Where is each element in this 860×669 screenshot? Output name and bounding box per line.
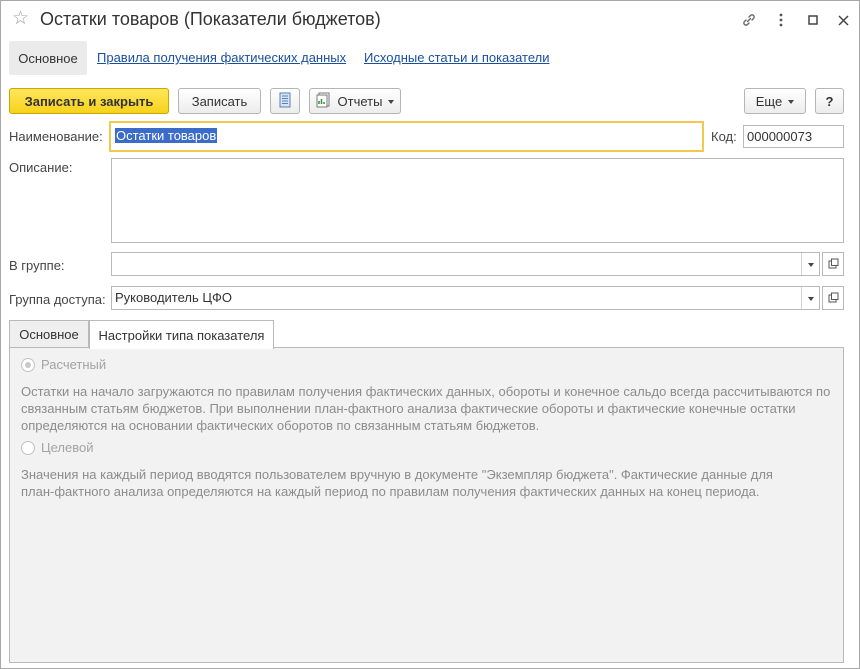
access-group-label: Группа доступа: [9, 292, 106, 307]
more-label: Еще [755, 93, 783, 109]
close-icon[interactable] [833, 10, 853, 30]
calculated-description: Остатки на начало загружаются по правила… [21, 383, 830, 434]
title-bar: ☆ Остатки товаров (Показатели бюджетов) [1, 1, 859, 39]
save-button[interactable]: Записать [178, 88, 261, 114]
target-description: Значения на каждый период вводятся польз… [21, 466, 773, 500]
access-group-field[interactable]: Руководитель ЦФО [111, 286, 820, 310]
form-window: ☆ Остатки товаров (Показатели бюджетов) … [0, 0, 860, 669]
chevron-down-icon [388, 99, 395, 104]
dropdown-button[interactable] [801, 253, 819, 275]
access-group-value: Руководитель ЦФО [115, 290, 232, 305]
link-icon[interactable] [739, 10, 759, 30]
chevron-down-icon [807, 262, 814, 267]
nav-item-main[interactable]: Основное [9, 41, 87, 75]
chevron-down-icon [788, 99, 795, 104]
group-label: В группе: [9, 258, 65, 273]
dropdown-button[interactable] [801, 287, 819, 309]
reports-button[interactable]: Отчеты [309, 88, 401, 114]
save-and-close-button[interactable]: Записать и закрыть [9, 88, 169, 114]
description-line: Остатки на начало загружаются по правила… [21, 384, 831, 399]
radio-selected-dot [25, 361, 31, 368]
more-button[interactable]: Еще [744, 88, 806, 114]
description-line: план-фактного анализа определяются на ка… [21, 484, 760, 499]
description-line: определяются на основании фактических об… [21, 418, 540, 433]
tab-main[interactable]: Основное [9, 320, 89, 348]
radio-calculated[interactable]: Расчетный [21, 357, 106, 372]
description-line: Значения на каждый период вводятся польз… [21, 467, 773, 482]
open-access-group-button[interactable] [822, 286, 844, 310]
name-field[interactable]: Остатки товаров [109, 121, 704, 152]
window-title: Остатки товаров (Показатели бюджетов) [40, 9, 381, 29]
star-icon[interactable]: ☆ [12, 9, 32, 29]
help-button[interactable]: ? [815, 88, 844, 114]
nav-link-actual-data-rules[interactable]: Правила получения фактических данных [97, 50, 346, 65]
name-value: Остатки товаров [115, 128, 218, 143]
description-line: связанным статьям бюджетов. При выполнен… [21, 401, 796, 416]
description-label: Описание: [9, 160, 73, 175]
radio-calculated-label: Расчетный [41, 357, 107, 372]
open-group-button[interactable] [822, 252, 844, 276]
code-field[interactable]: 000000073 [743, 125, 844, 148]
list-button[interactable] [270, 88, 300, 114]
tab-indicator-type-settings[interactable]: Настройки типа показателя [89, 320, 274, 349]
chevron-down-icon [807, 296, 814, 301]
reports-icon [316, 92, 332, 111]
radio-button [21, 357, 35, 372]
open-icon [828, 291, 839, 306]
radio-button [21, 440, 35, 455]
code-label: Код: [711, 129, 737, 144]
more-icon[interactable] [771, 10, 791, 30]
name-label: Наименование: [9, 129, 103, 144]
radio-target-label: Целевой [41, 440, 94, 455]
open-icon [828, 257, 839, 272]
list-icon [279, 92, 291, 111]
description-field[interactable] [111, 158, 844, 243]
group-field[interactable] [111, 252, 820, 276]
reports-label: Отчеты [337, 93, 383, 109]
nav-link-source-items[interactable]: Исходные статьи и показатели [364, 50, 550, 65]
maximize-icon[interactable] [803, 10, 823, 30]
radio-target[interactable]: Целевой [21, 440, 93, 455]
